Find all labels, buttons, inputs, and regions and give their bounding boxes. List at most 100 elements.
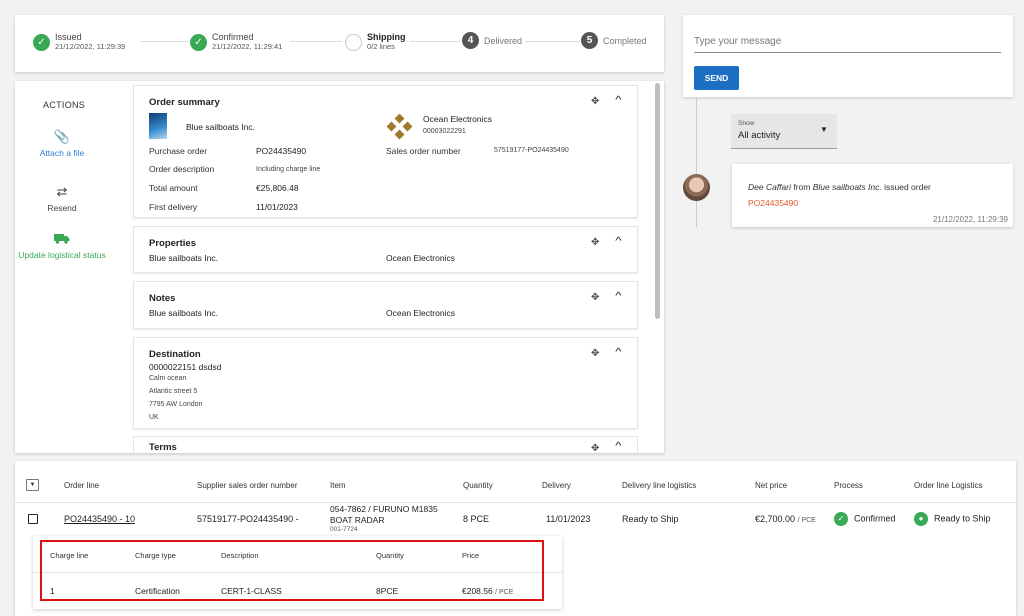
item-cell: 054-7862 / FURUNO M1835 xyxy=(330,504,438,514)
process-status: Confirmed xyxy=(854,513,896,524)
timeline-line xyxy=(696,97,697,227)
quantity-cell: 8 PCE xyxy=(463,514,490,524)
chevron-up-icon[interactable]: ^ xyxy=(615,291,621,302)
properties-seller: Ocean Electronics xyxy=(386,253,455,263)
move-icon[interactable]: ✥ xyxy=(591,348,599,359)
item-code: 001-7724 xyxy=(330,526,358,533)
column-header[interactable]: Supplier sales order number xyxy=(197,481,298,490)
step-delivered: 4 Delivered xyxy=(462,32,522,49)
item-name: BOAT RADAR xyxy=(330,515,385,525)
sales-order-value: 57519177-PO24435490 xyxy=(494,147,569,154)
column-header[interactable]: Process xyxy=(834,481,863,490)
section-title: Terms xyxy=(149,442,177,453)
location-pin-icon: ● xyxy=(914,512,928,526)
notes-seller: Ocean Electronics xyxy=(386,308,455,318)
net-price-unit: / PCE xyxy=(797,517,816,524)
properties-card: Properties ✥ ^ Blue sailboats Inc. Ocean… xyxy=(133,226,638,273)
section-title: Properties xyxy=(149,238,196,249)
message-input[interactable]: Type your message xyxy=(694,36,781,47)
destination-name: 0000022151 dsdsd xyxy=(149,362,222,372)
column-header[interactable]: Order line xyxy=(64,481,99,490)
activity-order-link[interactable]: PO24435490 xyxy=(748,198,798,208)
avatar xyxy=(683,174,710,201)
purchase-order-value: PO24435490 xyxy=(256,146,307,156)
step-label: Confirmed xyxy=(212,32,254,42)
address-line: Atlantic street 5 xyxy=(149,388,198,395)
column-header[interactable]: Delivery xyxy=(542,481,571,490)
select-all-dropdown[interactable]: ▼ xyxy=(26,479,39,491)
chevron-up-icon[interactable]: ^ xyxy=(615,347,621,358)
net-price-cell: €2,700.00 / PCE xyxy=(755,514,816,524)
step-confirmed: ✓ Confirmed 21/12/2022, 11:29:41 xyxy=(190,32,282,52)
destination-card: Destination ✥ ^ 0000022151 dsdsd Calm oc… xyxy=(133,337,638,429)
step-label: Delivered xyxy=(484,35,523,46)
supplier-so-cell: 57519177-PO24435490 - xyxy=(197,514,299,524)
step-connector xyxy=(140,41,188,42)
order-summary-card: Order summary ✥ ^ Blue sailboats Inc. Oc… xyxy=(133,85,638,218)
filter-label: Show xyxy=(738,120,755,127)
net-price-value: €2,700.00 xyxy=(755,514,796,524)
field-label: Sales order number xyxy=(386,146,461,156)
column-header[interactable]: Quantity xyxy=(463,481,493,490)
step-connector xyxy=(290,41,342,42)
line-logistics-status: Ready to Ship xyxy=(934,513,991,524)
buyer-name: Blue sailboats Inc. xyxy=(186,122,255,132)
delivery-cell: 11/01/2023 xyxy=(546,514,591,524)
step-label: Completed xyxy=(603,35,647,46)
activity-timestamp: 21/12/2022, 11:29:39 xyxy=(932,215,1008,224)
line-logistics-cell: ● Ready to Ship xyxy=(914,512,991,526)
highlight-box xyxy=(40,540,544,601)
seller-logo xyxy=(386,113,414,145)
process-cell: ✓ Confirmed xyxy=(834,512,896,526)
section-title: Order summary xyxy=(149,97,220,108)
current-step-icon xyxy=(345,33,362,51)
resend-button[interactable]: ⇄ Resend xyxy=(15,184,109,213)
column-header[interactable]: Order line Logistics xyxy=(914,481,982,490)
step-connector xyxy=(525,41,580,42)
attach-file-button[interactable]: 📎 Attach a file xyxy=(15,129,109,158)
section-title: Notes xyxy=(149,293,176,304)
action-label: Update logistical status xyxy=(18,250,106,260)
field-label: Total amount xyxy=(149,183,198,193)
activity-filter-select[interactable]: Show All activity ▼ xyxy=(731,114,837,149)
update-logistical-status-button[interactable]: Update logistical status xyxy=(15,232,109,260)
move-icon[interactable]: ✥ xyxy=(591,96,599,107)
field-label: First delivery xyxy=(149,202,198,212)
chevron-up-icon[interactable]: ^ xyxy=(615,95,621,106)
properties-buyer: Blue sailboats Inc. xyxy=(149,253,218,263)
scrollbar[interactable] xyxy=(655,83,660,319)
step-number-badge: 5 xyxy=(581,32,598,49)
field-label: Order description xyxy=(149,164,215,174)
step-label: Shipping xyxy=(367,32,406,42)
address-line: Calm ocean xyxy=(149,375,187,382)
order-status-stepper: ✓ Issued 21/12/2022, 11:29:39 ✓ Confirme… xyxy=(15,15,664,72)
activity-text: Dee Caffari from Blue sailboats Inc. iss… xyxy=(748,182,931,192)
column-header[interactable]: Net price xyxy=(755,481,787,490)
move-icon[interactable]: ✥ xyxy=(591,292,599,303)
step-lines: 0/2 lines xyxy=(367,42,395,51)
move-icon[interactable]: ✥ xyxy=(591,443,599,454)
column-header[interactable]: Delivery line logistics xyxy=(622,481,696,490)
activity-user: Dee Caffari xyxy=(748,182,791,192)
message-panel: Type your message SEND xyxy=(683,15,1013,97)
chevron-up-icon[interactable]: ^ xyxy=(615,441,621,452)
row-checkbox[interactable] xyxy=(28,514,38,524)
column-header[interactable]: Item xyxy=(330,481,346,490)
order-line-link[interactable]: PO24435490 - 10 xyxy=(64,514,135,524)
input-underline xyxy=(694,52,1001,53)
step-shipping: Shipping 0/2 lines xyxy=(345,32,406,52)
notes-card: Notes ✥ ^ Blue sailboats Inc. Ocean Elec… xyxy=(133,281,638,329)
activity-item: Dee Caffari from Blue sailboats Inc. iss… xyxy=(732,164,1013,227)
notes-buyer: Blue sailboats Inc. xyxy=(149,308,218,318)
field-label: Purchase order xyxy=(149,146,208,156)
action-label: Resend xyxy=(47,203,77,213)
chevron-up-icon[interactable]: ^ xyxy=(615,236,621,247)
step-completed: 5 Completed xyxy=(581,32,647,49)
dropdown-arrow-icon: ▼ xyxy=(820,125,828,134)
order-details-panel: ACTIONS 📎 Attach a file ⇄ Resend Update … xyxy=(15,81,664,454)
move-icon[interactable]: ✥ xyxy=(591,237,599,248)
step-connector xyxy=(410,41,460,42)
actions-title: ACTIONS xyxy=(43,100,86,110)
terms-card: Terms ✥ ^ xyxy=(133,436,638,454)
send-button[interactable]: SEND xyxy=(694,66,739,90)
